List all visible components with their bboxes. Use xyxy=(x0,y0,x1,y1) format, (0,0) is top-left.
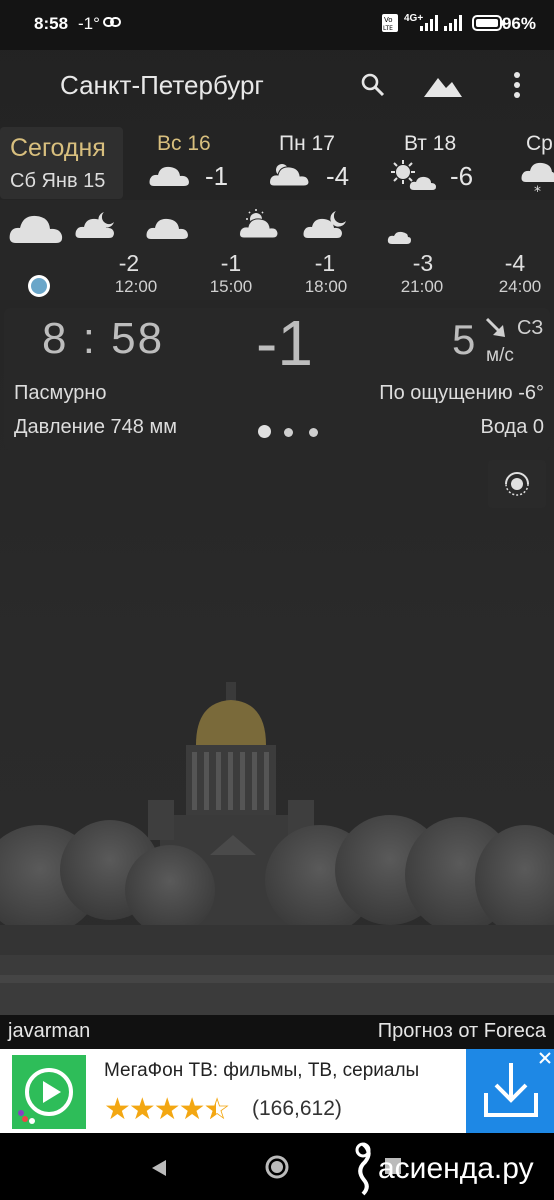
watermark-text: асиенда.ру xyxy=(378,1152,534,1185)
hour-time: 12:00 xyxy=(114,277,158,296)
today-date: Сб Янв 15 xyxy=(10,170,106,192)
svg-text:LTE: LTE xyxy=(383,25,393,32)
today-label: Сегодня xyxy=(10,134,106,162)
photo-author[interactable]: javarman xyxy=(8,1020,90,1043)
day-name: Пн 17 xyxy=(279,132,335,155)
download-icon xyxy=(484,1063,538,1117)
watermark-logo xyxy=(355,1142,371,1196)
wind-unit: м/с xyxy=(486,345,514,366)
hour-temp: -4 xyxy=(504,250,526,276)
wind-speed: 5 xyxy=(452,316,476,363)
day-name: Вс 16 xyxy=(157,132,211,155)
megafon-app-icon[interactable] xyxy=(12,1055,86,1129)
moon-cloud-icon xyxy=(75,212,114,238)
battery-percent: 96% xyxy=(501,14,536,33)
sun-cloud-icon xyxy=(391,160,436,190)
hour-time: 24:00 xyxy=(498,277,542,296)
hour-temp: -1 xyxy=(314,250,336,276)
rating-stars-icon: ★★★★☆★ xyxy=(104,1093,230,1126)
forecast-credit[interactable]: Прогноз от Foreca xyxy=(378,1020,546,1043)
battery-icon xyxy=(472,15,505,31)
moon-cloud-icon xyxy=(303,211,346,238)
current-time-marker-icon xyxy=(28,275,50,297)
svg-text:Vo: Vo xyxy=(384,16,393,24)
sun-info-button[interactable] xyxy=(488,460,546,508)
mountains-icon[interactable] xyxy=(422,70,464,100)
cloud-icon xyxy=(9,215,63,243)
sun-cloud-icon xyxy=(269,164,310,187)
day-name: Ср xyxy=(526,132,553,155)
ad-install-button[interactable] xyxy=(466,1049,554,1133)
status-bar: 8:58 -1° Vo LTE 4G+ 96% xyxy=(0,0,554,50)
day-name: Вт 18 xyxy=(404,132,457,155)
day-temp: -4 xyxy=(326,161,350,191)
close-icon[interactable] xyxy=(536,1049,554,1067)
signal-icon xyxy=(420,15,462,31)
current-time: 8 : 58 xyxy=(42,314,165,363)
ad-rating-count: (166,612) xyxy=(252,1097,342,1120)
cloud-icon xyxy=(149,166,189,186)
hour-temp: -1 xyxy=(220,250,242,276)
current-temp: -1 xyxy=(256,307,313,379)
hour-temp: -2 xyxy=(118,250,140,276)
day-temp: -6 xyxy=(450,161,474,191)
water-temp: Вода 0 xyxy=(480,416,545,438)
cloud-icon xyxy=(146,218,188,239)
volte-icon: Vo LTE xyxy=(382,14,398,32)
status-time: 8:58 xyxy=(34,14,69,33)
svg-text:*: * xyxy=(534,184,541,198)
feels-like: По ощущению -6° xyxy=(379,382,544,404)
hour-time: 15:00 xyxy=(209,277,253,296)
status-temp: -1° xyxy=(78,14,100,33)
sun-cloud-icon xyxy=(239,209,279,239)
link-icon xyxy=(103,17,121,27)
page-indicator-dot[interactable] xyxy=(284,428,293,437)
weather-description: Пасмурно xyxy=(14,382,107,404)
home-icon[interactable] xyxy=(264,1154,290,1180)
search-icon[interactable] xyxy=(360,72,386,98)
pressure: Давление 748 мм xyxy=(14,416,177,438)
moon-cloud-icon xyxy=(375,210,411,244)
snow-cloud-icon: * xyxy=(521,162,554,198)
more-vert-icon[interactable] xyxy=(510,70,524,100)
wind-arrow-icon xyxy=(485,317,505,337)
page-indicator-dot[interactable] xyxy=(309,428,318,437)
day-temp: -1 xyxy=(205,161,229,191)
city-title[interactable]: Санкт-Петербург xyxy=(60,70,264,101)
hour-time: 18:00 xyxy=(304,277,348,296)
ad-title[interactable]: МегаФон ТВ: фильмы, ТВ, сериалы xyxy=(104,1060,419,1082)
sun-cycle-icon xyxy=(505,472,529,496)
back-icon[interactable] xyxy=(150,1159,168,1177)
wind-direction: СЗ xyxy=(517,317,544,339)
hour-time: 21:00 xyxy=(400,277,444,296)
hour-temp: -3 xyxy=(412,250,434,276)
day-forecast-list[interactable]: Вс 16 -1 Пн 17 -4 Вт 18 -6 Ср * xyxy=(130,127,554,199)
page-indicator-dot[interactable] xyxy=(258,425,271,438)
